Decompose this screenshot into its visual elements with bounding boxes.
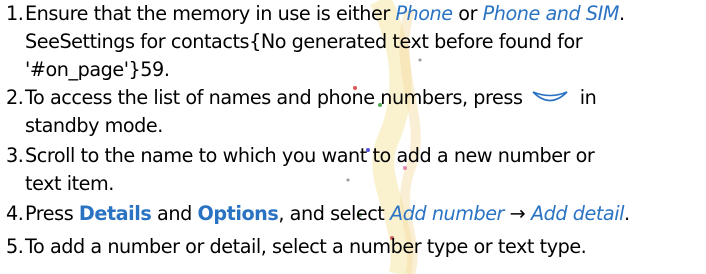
- step-number: 3.: [6, 144, 24, 167]
- step-1-line-3: '#on_page'}59.: [25, 58, 170, 81]
- step-text: Ensure that the memory in use is either: [25, 2, 396, 25]
- step-3: 3. Scroll to the name to which you want …: [0, 142, 706, 198]
- step-text: in: [574, 86, 597, 109]
- step-2: 2. To access the list of names and phone…: [0, 84, 706, 142]
- step-1-line-2: SeeSettings for contacts{No generated te…: [25, 30, 583, 53]
- step-3-line-1: Scroll to the name to which you want to …: [25, 144, 595, 167]
- add-detail-menu-item[interactable]: Add detail: [531, 202, 624, 225]
- phone-link[interactable]: Phone: [395, 2, 453, 25]
- step-4: 4. Press Details and Options, and select…: [0, 200, 706, 230]
- step-5-line-1: To add a number or detail, select a numb…: [25, 235, 587, 258]
- step-text: .: [618, 2, 625, 25]
- step-number: 5.: [6, 235, 24, 258]
- step-3-line-2: text item.: [25, 172, 114, 195]
- options-softkey[interactable]: Options: [197, 202, 278, 225]
- phone-and-sim-link[interactable]: Phone and SIM: [483, 2, 620, 25]
- end-key-icon: [530, 89, 570, 107]
- step-number: 1.: [6, 2, 24, 25]
- add-number-menu-item[interactable]: Add number: [390, 202, 504, 225]
- step-text: , and select: [278, 202, 391, 225]
- details-softkey[interactable]: Details: [79, 202, 152, 225]
- step-text: Press: [25, 202, 79, 225]
- step-5: 5. To add a number or detail, select a n…: [0, 233, 706, 261]
- instruction-page: 1. Ensure that the memory in use is eith…: [0, 0, 706, 274]
- step-1-line-1: Ensure that the memory in use is either …: [25, 0, 706, 28]
- step-2-line-1: To access the list of names and phone nu…: [25, 84, 706, 112]
- steps-list: 1. Ensure that the memory in use is eith…: [0, 0, 706, 261]
- step-text: .: [623, 202, 630, 225]
- step-text: or: [452, 2, 483, 25]
- step-number: 2.: [6, 86, 24, 109]
- step-text: and: [151, 202, 198, 225]
- arrow-separator: →: [504, 202, 531, 225]
- step-1: 1. Ensure that the memory in use is eith…: [0, 0, 706, 84]
- step-4-line-1: Press Details and Options, and select Ad…: [25, 200, 706, 228]
- step-2-line-2: standby mode.: [25, 114, 163, 137]
- step-number: 4.: [6, 202, 24, 225]
- step-text: To access the list of names and phone nu…: [25, 86, 529, 109]
